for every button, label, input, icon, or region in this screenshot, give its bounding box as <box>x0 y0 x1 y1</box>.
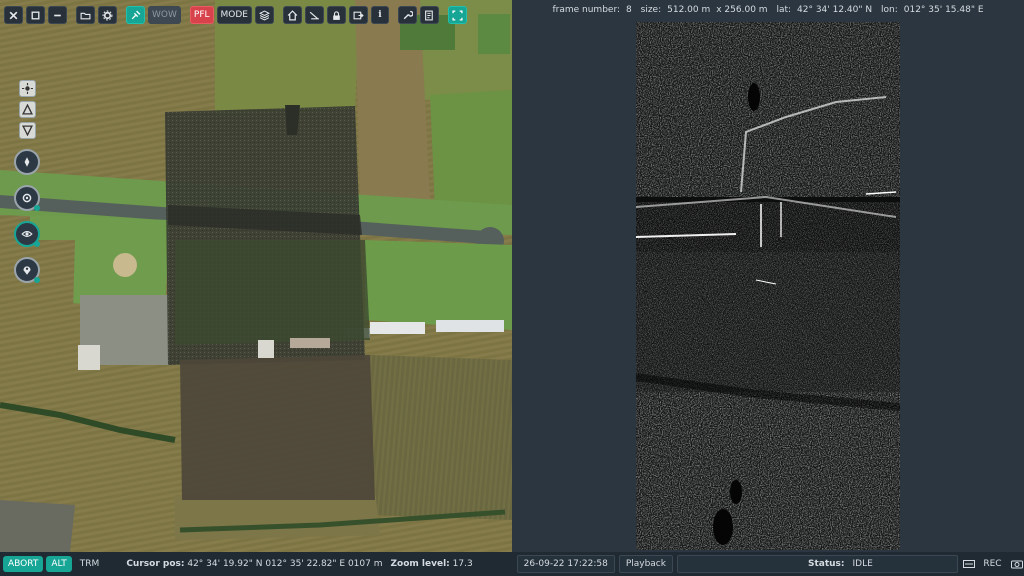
size-x-value: 512.00 m <box>667 5 711 15</box>
target-indicator <box>34 205 40 211</box>
eye-icon[interactable] <box>14 221 40 247</box>
wrench-icon[interactable] <box>397 6 417 24</box>
rec-button[interactable]: REC <box>978 556 1006 572</box>
home-icon[interactable] <box>282 6 302 24</box>
recenter-icon[interactable] <box>18 80 36 97</box>
target-icon[interactable] <box>14 185 40 211</box>
trm-button[interactable]: TRM <box>75 556 105 572</box>
zoom-level-value: 17.3 <box>452 559 473 569</box>
location-pin-icon[interactable] <box>14 257 40 283</box>
location-indicator <box>34 277 40 283</box>
status-label: Status: <box>807 559 845 569</box>
waypoint-down-icon[interactable] <box>18 122 36 139</box>
export-icon[interactable] <box>348 6 368 24</box>
fullscreen-icon[interactable] <box>447 6 467 24</box>
report-icon[interactable] <box>419 6 439 24</box>
datetime-display: 26-09-22 17:22:58 <box>516 555 615 573</box>
cursor-pos-label: Cursor pos: <box>126 559 185 569</box>
abort-button[interactable]: ABORT <box>3 556 44 572</box>
zoom-level: Zoom level: 17.3 <box>391 559 473 569</box>
close-icon[interactable] <box>4 6 23 24</box>
frame-number-value: 8 <box>626 5 632 15</box>
satellite-icon[interactable] <box>126 6 145 24</box>
cursor-pos-value: 42° 34' 19.92" N 012° 35' 22.82" E 0107 … <box>187 559 383 569</box>
minimize-icon[interactable] <box>48 6 67 24</box>
mode-button[interactable]: MODE <box>216 6 252 24</box>
sar-image[interactable] <box>636 22 900 550</box>
main-toolbar: WOW PFL MODE i <box>4 6 467 24</box>
pfl-button[interactable]: PFL <box>189 6 214 24</box>
gear-icon[interactable] <box>98 6 117 24</box>
wow-button[interactable]: WOW <box>148 6 181 24</box>
size-label: size: <box>640 5 662 15</box>
measure-icon[interactable] <box>304 6 324 24</box>
sar-frame-info: frame number: 8 size: 512.00 m x 256.00 m l… <box>512 5 1024 15</box>
lat-label: lat: <box>776 5 792 15</box>
app-window: WOW PFL MODE i frame number: 8 size: 512… <box>0 0 1024 576</box>
lon-value: 012° 35' 15.48" E <box>903 5 984 15</box>
sar-panel: frame number: 8 size: 512.00 m x 256.00 m l… <box>512 0 1024 552</box>
alt-button[interactable]: ALT <box>46 556 72 572</box>
keyboard-icon[interactable] <box>962 556 975 572</box>
folder-icon[interactable] <box>76 6 95 24</box>
compass-icon[interactable] <box>14 149 40 175</box>
waypoint-up-icon[interactable] <box>18 101 36 118</box>
camera-icon[interactable] <box>1011 556 1024 572</box>
layers-icon[interactable] <box>254 6 274 24</box>
status-value: IDLE <box>852 559 873 569</box>
map-view[interactable]: WOW PFL MODE i <box>0 0 512 552</box>
status-bar: ABORT ALT TRM Cursor pos: 42° 34' 19.92"… <box>0 552 1024 576</box>
info-icon[interactable]: i <box>370 6 389 24</box>
lat-value: 42° 34' 12.40" N <box>797 5 873 15</box>
map-side-tools <box>14 80 40 283</box>
frame-number-label: frame number: <box>552 5 621 15</box>
zoom-level-label: Zoom level: <box>390 559 450 569</box>
sar-image-render <box>636 22 900 550</box>
cursor-position: Cursor pos: 42° 34' 19.92" N 012° 35' 22… <box>126 559 382 569</box>
size-y-value: x 256.00 m <box>716 5 768 15</box>
map-terrain <box>0 0 512 552</box>
playback-button[interactable]: Playback <box>618 555 673 573</box>
lon-label: lon: <box>881 5 898 15</box>
maximize-icon[interactable] <box>26 6 45 24</box>
status-display: Status: IDLE <box>676 555 958 573</box>
eye-indicator <box>34 241 40 247</box>
lock-icon[interactable] <box>326 6 346 24</box>
